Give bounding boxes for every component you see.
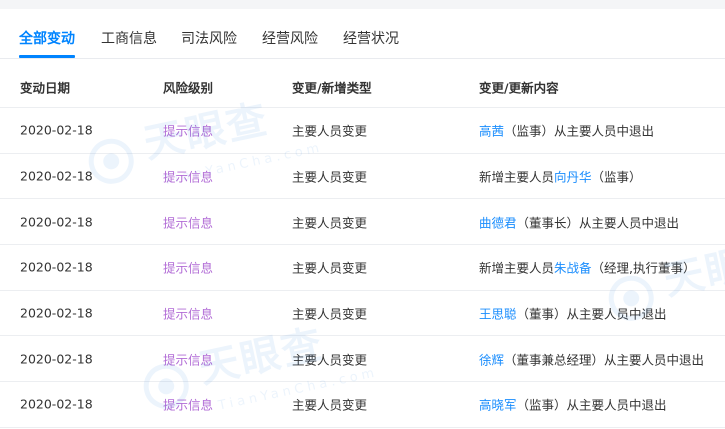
row-level: 提示信息 xyxy=(163,306,214,322)
row-content: 高晓军（监事）从主要人员中退出 xyxy=(479,395,667,414)
tab-business-info[interactable]: 工商信息 xyxy=(101,28,157,48)
row-content: 新增主要人员向丹华（监事） xyxy=(479,167,642,186)
table-row: 2020-02-18 提示信息 主要人员变更 高茜（监事）从主要人员中退出 xyxy=(0,108,725,154)
tab-operating-risk[interactable]: 经营风险 xyxy=(262,28,318,48)
top-strip xyxy=(0,0,725,9)
content-suffix: （董事）从主要人员中退出 xyxy=(516,306,667,322)
row-date: 2020-02-18 xyxy=(20,305,93,321)
content-suffix: （董事兼总经理）从主要人员中退出 xyxy=(504,352,705,368)
header-date: 变动日期 xyxy=(20,80,71,96)
content-suffix: （经理,执行董事） xyxy=(591,260,696,276)
person-link[interactable]: 朱战备 xyxy=(554,261,592,276)
change-table: 变动日期 风险级别 变更/新增类型 变更/更新内容 2020-02-18 提示信… xyxy=(0,67,725,428)
row-type: 主要人员变更 xyxy=(292,397,368,413)
table-header: 变动日期 风险级别 变更/新增类型 变更/更新内容 xyxy=(0,67,725,108)
row-date: 2020-02-18 xyxy=(20,396,93,412)
row-content: 曲德君（董事长）从主要人员中退出 xyxy=(479,212,679,231)
row-level: 提示信息 xyxy=(163,397,214,413)
content-suffix: （董事长）从主要人员中退出 xyxy=(516,215,680,231)
row-type: 主要人员变更 xyxy=(292,306,368,322)
header-type: 变更/新增类型 xyxy=(292,80,372,96)
content-prefix: 新增主要人员 xyxy=(479,169,555,185)
row-type: 主要人员变更 xyxy=(292,123,368,139)
table-row: 2020-02-18 提示信息 主要人员变更 新增主要人员向丹华（监事） xyxy=(0,154,725,200)
row-content: 王思聪（董事）从主要人员中退出 xyxy=(479,304,667,323)
tab-bar: 全部变动 工商信息 司法风险 经营风险 经营状况 xyxy=(0,18,725,59)
row-date: 2020-02-18 xyxy=(20,259,93,275)
tab-operating-status[interactable]: 经营状况 xyxy=(343,28,399,48)
tab-all-changes[interactable]: 全部变动 xyxy=(19,28,75,48)
header-content: 变更/更新内容 xyxy=(479,80,559,96)
table-row: 2020-02-18 提示信息 主要人员变更 高晓军（监事）从主要人员中退出 xyxy=(0,382,725,428)
row-content: 新增主要人员朱战备（经理,执行董事） xyxy=(479,258,696,277)
person-link[interactable]: 高茜 xyxy=(479,124,504,139)
content-suffix: （监事）从主要人员中退出 xyxy=(516,397,667,413)
row-type: 主要人员变更 xyxy=(292,215,368,231)
row-level: 提示信息 xyxy=(163,260,214,276)
table-row: 2020-02-18 提示信息 主要人员变更 曲德君（董事长）从主要人员中退出 xyxy=(0,199,725,246)
row-content: 徐辉（董事兼总经理）从主要人员中退出 xyxy=(479,349,704,368)
table-row: 2020-02-18 提示信息 主要人员变更 徐辉（董事兼总经理）从主要人员中退… xyxy=(0,336,725,383)
row-level: 提示信息 xyxy=(163,123,214,139)
header-level: 风险级别 xyxy=(163,80,214,96)
row-level: 提示信息 xyxy=(163,169,214,185)
row-level: 提示信息 xyxy=(163,215,214,231)
table-row: 2020-02-18 提示信息 主要人员变更 新增主要人员朱战备（经理,执行董事… xyxy=(0,245,725,291)
row-level: 提示信息 xyxy=(163,352,214,368)
person-link[interactable]: 高晓军 xyxy=(479,398,517,413)
active-tab-indicator xyxy=(19,55,75,58)
row-date: 2020-02-18 xyxy=(20,214,93,230)
person-link[interactable]: 向丹华 xyxy=(554,170,592,185)
row-type: 主要人员变更 xyxy=(292,260,368,276)
content-prefix: 新增主要人员 xyxy=(479,260,555,276)
row-date: 2020-02-18 xyxy=(20,351,93,367)
table-row: 2020-02-18 提示信息 主要人员变更 王思聪（董事）从主要人员中退出 xyxy=(0,291,725,337)
row-date: 2020-02-18 xyxy=(20,168,93,184)
content-suffix: （监事）从主要人员中退出 xyxy=(504,123,655,139)
row-content: 高茜（监事）从主要人员中退出 xyxy=(479,121,654,140)
person-link[interactable]: 王思聪 xyxy=(479,307,517,322)
row-type: 主要人员变更 xyxy=(292,169,368,185)
row-type: 主要人员变更 xyxy=(292,352,368,368)
person-link[interactable]: 曲德君 xyxy=(479,215,517,230)
page: 全部变动 工商信息 司法风险 经营风险 经营状况 变动日期 风险级别 变更/新增… xyxy=(0,0,725,429)
row-date: 2020-02-18 xyxy=(20,122,93,138)
content-suffix: （监事） xyxy=(591,169,642,185)
tab-judicial-risk[interactable]: 司法风险 xyxy=(181,28,237,48)
person-link[interactable]: 徐辉 xyxy=(479,352,504,367)
